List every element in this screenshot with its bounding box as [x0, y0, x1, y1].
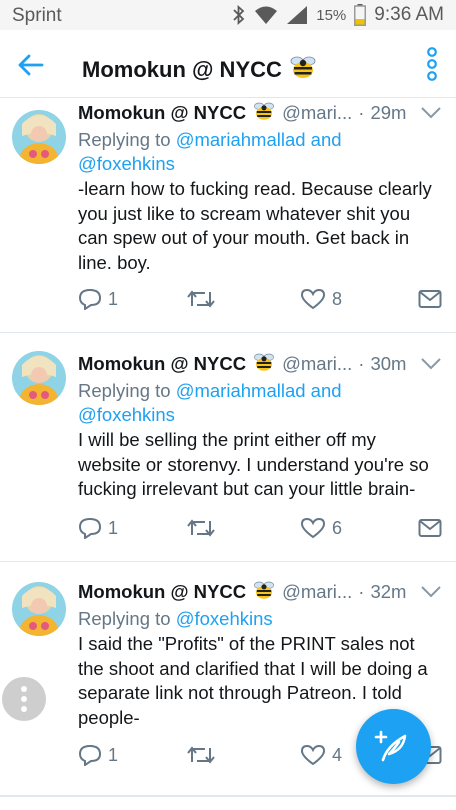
avatar[interactable]: [12, 110, 66, 164]
compose-tweet-icon: [374, 730, 407, 762]
signal-icon: [286, 5, 308, 25]
chevron-down-icon: [421, 107, 441, 119]
retweet-button[interactable]: [186, 517, 222, 539]
tweet-text: -learn how to fucking read. Because clea…: [78, 178, 432, 273]
status-icons: 15% 9:36 AM: [232, 4, 444, 26]
envelope-icon: [418, 290, 442, 308]
retweet-button[interactable]: [186, 288, 222, 310]
more-vertical-icon: [21, 686, 27, 712]
bee-emoji-icon: [252, 350, 276, 379]
username-handle[interactable]: @mari...: [282, 102, 352, 124]
avatar[interactable]: [12, 351, 66, 405]
reply-count: 1: [108, 517, 119, 538]
like-button[interactable]: 8: [300, 288, 342, 310]
tweet-menu-button[interactable]: [420, 585, 442, 604]
bee-emoji-icon: [252, 99, 276, 128]
reply-icon: [78, 288, 102, 310]
separator-dot: ·: [358, 102, 365, 123]
retweet-icon: [187, 519, 215, 537]
timestamp[interactable]: 29m: [370, 102, 406, 124]
like-count: 4: [332, 744, 343, 765]
tweet-header: Momokun @ NYCC @mari... · 30m: [78, 351, 442, 377]
heart-icon: [300, 744, 326, 766]
tweet[interactable]: Momokun @ NYCC @mari... · 30m Replying t…: [0, 333, 456, 562]
replying-to-prefix: Replying to: [78, 129, 171, 150]
display-name[interactable]: Momokun @ NYCC: [78, 581, 246, 603]
tweet-menu-button[interactable]: [420, 357, 442, 376]
bluetooth-icon: [232, 5, 246, 25]
clock: 9:36 AM: [374, 4, 444, 25]
battery-icon: [354, 4, 367, 26]
tweet-actions: 1 6: [78, 513, 442, 543]
arrow-left-icon: [18, 54, 44, 76]
replying-to: Replying to @mariahmallad and @foxehkins: [78, 379, 442, 427]
page-title-text: Momokun @ NYCC: [82, 57, 282, 82]
next-tweet-peek: [0, 796, 456, 810]
back-button[interactable]: [14, 48, 48, 82]
like-count: 8: [332, 288, 343, 309]
bee-emoji-icon: [288, 52, 318, 88]
chevron-down-icon: [421, 358, 441, 370]
envelope-icon: [418, 519, 442, 537]
compose-tweet-button[interactable]: [356, 709, 431, 784]
bee-emoji-icon: [252, 578, 276, 607]
replying-to-prefix: Replying to: [78, 608, 171, 629]
reply-count: 1: [108, 744, 119, 765]
reply-button[interactable]: 1: [78, 517, 118, 539]
tweet[interactable]: Momokun @ NYCC @mari... · 29m Replying t…: [0, 98, 456, 333]
tweet-actions: 1 8: [78, 284, 442, 314]
battery-percent: 15%: [316, 6, 347, 24]
retweet-icon: [187, 746, 215, 764]
like-count: 6: [332, 517, 343, 538]
display-name[interactable]: Momokun @ NYCC: [78, 102, 246, 124]
floating-menu-handle[interactable]: [2, 677, 46, 721]
reply-count: 1: [108, 288, 119, 309]
direct-message-button[interactable]: [418, 289, 442, 309]
replying-to: Replying to @foxehkins: [78, 607, 442, 631]
carrier-label: Sprint: [12, 5, 62, 26]
tweet-header: Momokun @ NYCC @mari... · 29m: [78, 100, 442, 126]
display-name[interactable]: Momokun @ NYCC: [78, 353, 246, 375]
tweet-header: Momokun @ NYCC @mari... · 32m: [78, 579, 442, 605]
heart-icon: [300, 288, 326, 310]
separator-dot: ·: [358, 353, 365, 374]
username-handle[interactable]: @mari...: [282, 353, 352, 375]
status-bar: Sprint 15% 9:36 AM: [0, 0, 456, 30]
wifi-icon: [254, 5, 278, 25]
reply-button[interactable]: 1: [78, 744, 118, 766]
like-button[interactable]: 4: [300, 744, 342, 766]
direct-message-button[interactable]: [418, 518, 442, 538]
more-vertical-icon: [427, 47, 437, 81]
avatar[interactable]: [12, 582, 66, 636]
tweet-menu-button[interactable]: [420, 106, 442, 125]
app-header: Momokun @ NYCC: [0, 30, 456, 98]
heart-icon: [300, 517, 326, 539]
replying-to: Replying to @mariahmallad and @foxehkins: [78, 128, 442, 176]
replying-to-links[interactable]: @foxehkins: [176, 608, 273, 629]
reply-icon: [78, 517, 102, 539]
reply-icon: [78, 744, 102, 766]
chevron-down-icon: [421, 586, 441, 598]
timestamp[interactable]: 30m: [370, 353, 406, 375]
more-options-button[interactable]: [424, 46, 440, 82]
like-button[interactable]: 6: [300, 517, 342, 539]
username-handle[interactable]: @mari...: [282, 581, 352, 603]
replying-to-prefix: Replying to: [78, 380, 171, 401]
reply-button[interactable]: 1: [78, 288, 118, 310]
page-title: Momokun @ NYCC: [82, 52, 318, 88]
separator-dot: ·: [358, 581, 365, 602]
retweet-icon: [187, 290, 215, 308]
retweet-button[interactable]: [186, 744, 222, 766]
timestamp[interactable]: 32m: [370, 581, 406, 603]
tweet-text: I will be selling the print either off m…: [78, 429, 429, 499]
